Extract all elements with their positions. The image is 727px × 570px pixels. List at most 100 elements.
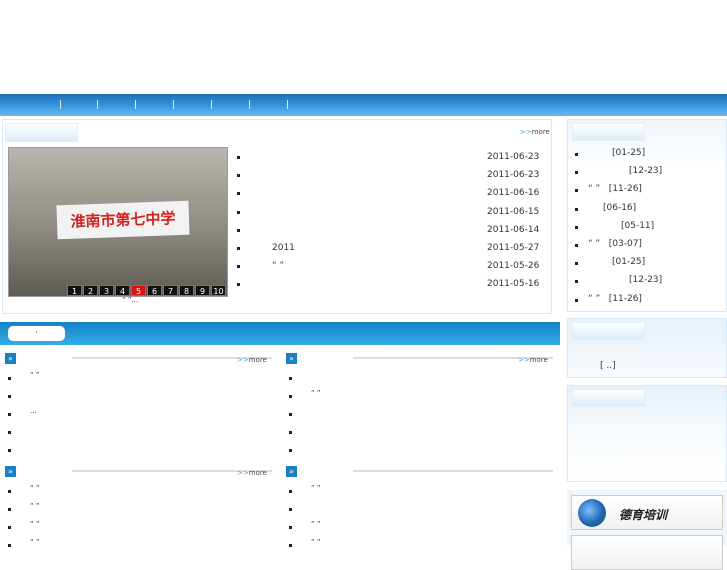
section-item-link[interactable]: “ ” xyxy=(30,502,39,510)
slider-page-button[interactable]: 7 xyxy=(163,285,178,296)
section-item-link[interactable]: “ ” xyxy=(311,520,320,528)
section-item-link[interactable]: “ ” xyxy=(311,484,320,492)
double-chevron-icon: » xyxy=(286,466,297,477)
sidebar-list-item[interactable]: [12-23] xyxy=(629,275,662,285)
bullet xyxy=(289,526,292,529)
double-chevron-icon: » xyxy=(5,466,16,477)
sidebar-list-item[interactable]: “ ” [11-26] xyxy=(588,294,642,304)
news-slider-photo[interactable]: 淮南市第七中学 1 2 3 4 5 6 7 8 9 10 xyxy=(8,147,228,297)
news-item-title[interactable]: 2011 xyxy=(272,243,295,253)
slider-page-button[interactable]: 2 xyxy=(83,285,98,296)
sidebar-list-item[interactable]: [05-11] xyxy=(621,221,654,231)
bullet xyxy=(8,526,11,529)
bullet xyxy=(289,395,292,398)
bullet xyxy=(575,244,578,247)
news-more-link[interactable]: >>more xyxy=(520,128,550,136)
news-item-date: 2011-05-27 xyxy=(487,243,540,253)
sidebar-tab-3[interactable] xyxy=(572,389,645,407)
sidebar-tab-2[interactable] xyxy=(572,322,645,340)
sidebar-list-item[interactable]: [01-25] xyxy=(612,148,645,158)
bullet xyxy=(237,283,240,287)
news-item-date: 2011-06-23 xyxy=(487,170,540,181)
section-more-link[interactable]: >>more xyxy=(518,356,548,364)
slider-caption: “ ”... xyxy=(122,296,139,304)
sidebar-list-item[interactable]: “ ” [03-07] xyxy=(588,239,642,249)
bullet xyxy=(8,395,11,398)
main-nav xyxy=(0,94,727,116)
sidebar-list-item[interactable]: [01-25] xyxy=(612,257,645,267)
slider-pagination: 1 2 3 4 5 6 7 8 9 10 xyxy=(67,285,226,296)
nav-divider xyxy=(97,100,98,109)
section-bar xyxy=(0,322,560,345)
news-item-date: 2011-06-16 xyxy=(487,188,540,199)
sidebar-list-item[interactable]: [12-23] xyxy=(629,166,662,176)
moral-training-button[interactable]: 德育培训 xyxy=(571,495,723,530)
bullet xyxy=(237,156,240,159)
news-item-title[interactable]: “ ” xyxy=(272,261,284,271)
more-label: more xyxy=(531,128,550,136)
slider-page-button[interactable]: 4 xyxy=(115,285,130,296)
slider-page-button[interactable]: 5 xyxy=(131,285,146,296)
bullet xyxy=(575,298,578,302)
bullet xyxy=(237,228,240,232)
sidebar-button-2[interactable] xyxy=(571,535,723,570)
bullet xyxy=(8,544,11,547)
slider-page-button[interactable]: 10 xyxy=(211,285,226,296)
news-item-date: 2011-06-14 xyxy=(487,224,540,235)
news-tab[interactable] xyxy=(5,123,78,142)
section-divider xyxy=(353,470,553,472)
sidebar-list-item[interactable]: “ ” [11-26] xyxy=(588,184,642,194)
bullet xyxy=(8,377,11,380)
bullet xyxy=(8,431,11,434)
sidebar-list-item[interactable]: [06-16] xyxy=(603,203,636,213)
bullet xyxy=(575,280,578,284)
news-item-date: 2011-06-15 xyxy=(487,206,540,217)
nav-divider xyxy=(287,100,288,109)
nav-divider xyxy=(135,100,136,109)
nav-divider xyxy=(60,100,61,109)
slider-page-button[interactable]: 6 xyxy=(147,285,162,296)
section-item-link[interactable]: “ ” xyxy=(311,389,320,397)
double-chevron-icon: » xyxy=(5,353,16,364)
bullet xyxy=(289,490,292,493)
bullet xyxy=(237,210,240,214)
nav-divider xyxy=(211,100,212,109)
sidebar-box-2-text[interactable]: [ ..] xyxy=(600,361,616,371)
bullet xyxy=(575,207,578,211)
sidebar-tab-1[interactable] xyxy=(572,123,645,141)
section-item-link[interactable]: “ ” xyxy=(30,371,39,379)
section-item-link[interactable]: “ ” xyxy=(30,484,39,492)
bullet xyxy=(575,262,578,266)
slider-page-button[interactable]: 1 xyxy=(67,285,82,296)
bullet xyxy=(289,431,292,434)
nav-divider xyxy=(173,100,174,109)
bullet xyxy=(575,225,578,229)
section-item-link[interactable]: “ ” xyxy=(30,520,39,528)
slider-page-button[interactable]: 9 xyxy=(195,285,210,296)
more-label: more xyxy=(529,356,548,364)
bullet xyxy=(289,377,292,380)
more-label: more xyxy=(248,356,267,364)
bullet xyxy=(237,174,240,178)
section-more-link[interactable]: >>more xyxy=(237,356,267,364)
bullet xyxy=(8,508,11,511)
slider-page-button[interactable]: 3 xyxy=(99,285,114,296)
bullet xyxy=(289,449,292,452)
section-more-link[interactable]: >>more xyxy=(237,469,267,477)
bullet xyxy=(289,413,292,416)
slider-page-button[interactable]: 8 xyxy=(179,285,194,296)
news-item-date: 2011-05-16 xyxy=(487,279,540,290)
section-bar-tab[interactable]: · xyxy=(8,326,65,341)
bullet xyxy=(289,544,292,547)
section-item-link[interactable]: ... xyxy=(30,407,37,415)
bullet xyxy=(237,192,240,196)
bullet xyxy=(289,508,292,511)
double-chevron-icon: » xyxy=(286,353,297,364)
button-label: 德育培训 xyxy=(619,508,668,522)
globe-search-icon xyxy=(578,499,606,527)
news-item-date: 2011-06-23 xyxy=(487,152,540,162)
bullet xyxy=(575,153,578,156)
tab-label: · xyxy=(35,328,38,338)
bullet xyxy=(575,189,578,193)
bullet xyxy=(237,247,240,250)
